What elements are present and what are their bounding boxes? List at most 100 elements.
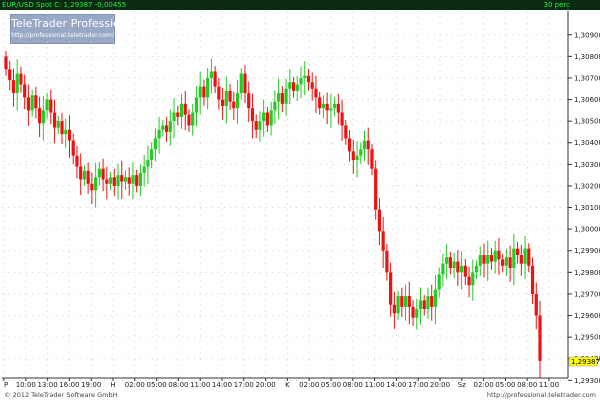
candle-up xyxy=(157,129,161,139)
candle-down xyxy=(4,56,8,70)
y-tick-label: 1,30100 xyxy=(574,204,600,212)
candle-down xyxy=(228,90,232,102)
x-tick-label: H xyxy=(110,381,115,389)
candle-down xyxy=(86,170,90,184)
candle-down xyxy=(11,80,16,94)
x-tick-label: 08:00 xyxy=(168,381,188,389)
chart-footer: © 2012 TeleTrader Software GmbH http://p… xyxy=(0,391,600,400)
candle-up xyxy=(123,177,128,182)
candle-down xyxy=(400,296,404,307)
candle-down xyxy=(254,121,258,130)
candle-up xyxy=(161,125,165,130)
x-tick-label: 17:00 xyxy=(408,381,428,389)
x-tick-label: 08:00 xyxy=(343,381,363,389)
x-tick-label: 20:00 xyxy=(430,381,450,389)
y-tick-label: 1,30000 xyxy=(574,226,600,234)
candle-up xyxy=(459,265,464,273)
candle-up xyxy=(82,170,87,180)
candle-down xyxy=(344,125,348,139)
candle-down xyxy=(187,114,191,126)
candle-up xyxy=(486,255,490,264)
candle-up xyxy=(418,300,423,310)
x-tick-label: 16:00 xyxy=(59,381,79,389)
candle-up xyxy=(403,296,408,307)
candle-down xyxy=(340,112,344,126)
candle-down xyxy=(291,82,296,91)
candle-down xyxy=(217,86,221,100)
candle-down xyxy=(183,103,187,115)
candle-down xyxy=(247,93,251,109)
candle-down xyxy=(318,97,322,109)
candle-up xyxy=(362,140,367,150)
candle-up xyxy=(284,88,288,104)
candle-up xyxy=(191,112,195,126)
candle-down xyxy=(351,151,355,161)
candle-down xyxy=(105,179,109,184)
candle-down xyxy=(8,69,12,81)
y-tick-label: 1,29600 xyxy=(574,312,600,320)
candle-down xyxy=(101,168,105,180)
candle-up xyxy=(142,166,146,173)
candle-down xyxy=(112,177,116,186)
candle-down xyxy=(347,138,352,152)
candle-up xyxy=(64,129,68,135)
candle-down xyxy=(34,95,38,109)
x-tick-label: K xyxy=(285,381,290,389)
candle-down xyxy=(314,88,318,98)
candle-up xyxy=(426,296,430,310)
candle-up xyxy=(45,99,49,111)
candle-up xyxy=(41,110,45,124)
candle-up xyxy=(116,175,120,186)
candle-up xyxy=(15,73,19,94)
last-price-label: 1,29387 xyxy=(571,358,600,366)
x-tick-label: P xyxy=(4,381,8,389)
candle-up xyxy=(512,248,516,269)
candle-down xyxy=(306,75,311,83)
candle-down xyxy=(497,250,501,260)
candle-down xyxy=(49,99,53,113)
candle-up xyxy=(396,296,400,314)
candle-down xyxy=(501,259,505,266)
candle-up xyxy=(138,172,143,186)
candle-down xyxy=(90,183,94,191)
candle-up xyxy=(273,101,277,111)
candle-down xyxy=(430,296,434,307)
candle-down xyxy=(232,101,236,109)
footer-url-link[interactable]: http://professional.teletrader.com xyxy=(487,391,596,400)
candle-up xyxy=(258,121,262,130)
candle-up xyxy=(299,77,303,85)
candle-down xyxy=(220,99,225,107)
x-tick-label: 02:00 xyxy=(299,381,319,389)
candle-down xyxy=(467,276,471,286)
candle-down xyxy=(515,248,520,256)
x-tick-label: 05:00 xyxy=(321,381,341,389)
y-tick-label: 1,30300 xyxy=(574,161,600,169)
candlestick-series xyxy=(4,50,542,379)
x-tick-label: 02:00 xyxy=(474,381,494,389)
candle-down xyxy=(519,255,523,264)
candle-up xyxy=(359,149,363,156)
candle-down xyxy=(71,140,75,156)
candle-up xyxy=(262,112,266,122)
candle-down xyxy=(538,315,542,361)
candle-down xyxy=(407,296,411,307)
candle-down xyxy=(336,103,340,113)
candle-down xyxy=(60,121,64,135)
candle-up xyxy=(333,103,337,109)
candle-down xyxy=(422,300,426,310)
x-tick-label: 10:00 xyxy=(16,381,36,389)
candle-down xyxy=(243,73,247,94)
x-tick-label: 13:00 xyxy=(38,381,58,389)
candle-up xyxy=(206,77,210,98)
x-tick-label: 11:00 xyxy=(365,381,385,389)
candle-down xyxy=(374,168,378,210)
x-axis: P 10:00 13:00 16:00 19:00 H 02:00 05:00 08:00 11:… xyxy=(2,377,568,389)
candle-down xyxy=(176,112,180,117)
candle-down xyxy=(463,265,467,277)
candle-down xyxy=(392,304,396,314)
y-tick-label: 1,29900 xyxy=(574,247,600,255)
candle-down xyxy=(164,125,169,132)
candle-down xyxy=(377,209,382,232)
price-chart[interactable]: 1,30900 1,30800 1,30700 1,30600 1,30500 1,304… xyxy=(0,0,600,400)
candle-down xyxy=(280,93,284,104)
